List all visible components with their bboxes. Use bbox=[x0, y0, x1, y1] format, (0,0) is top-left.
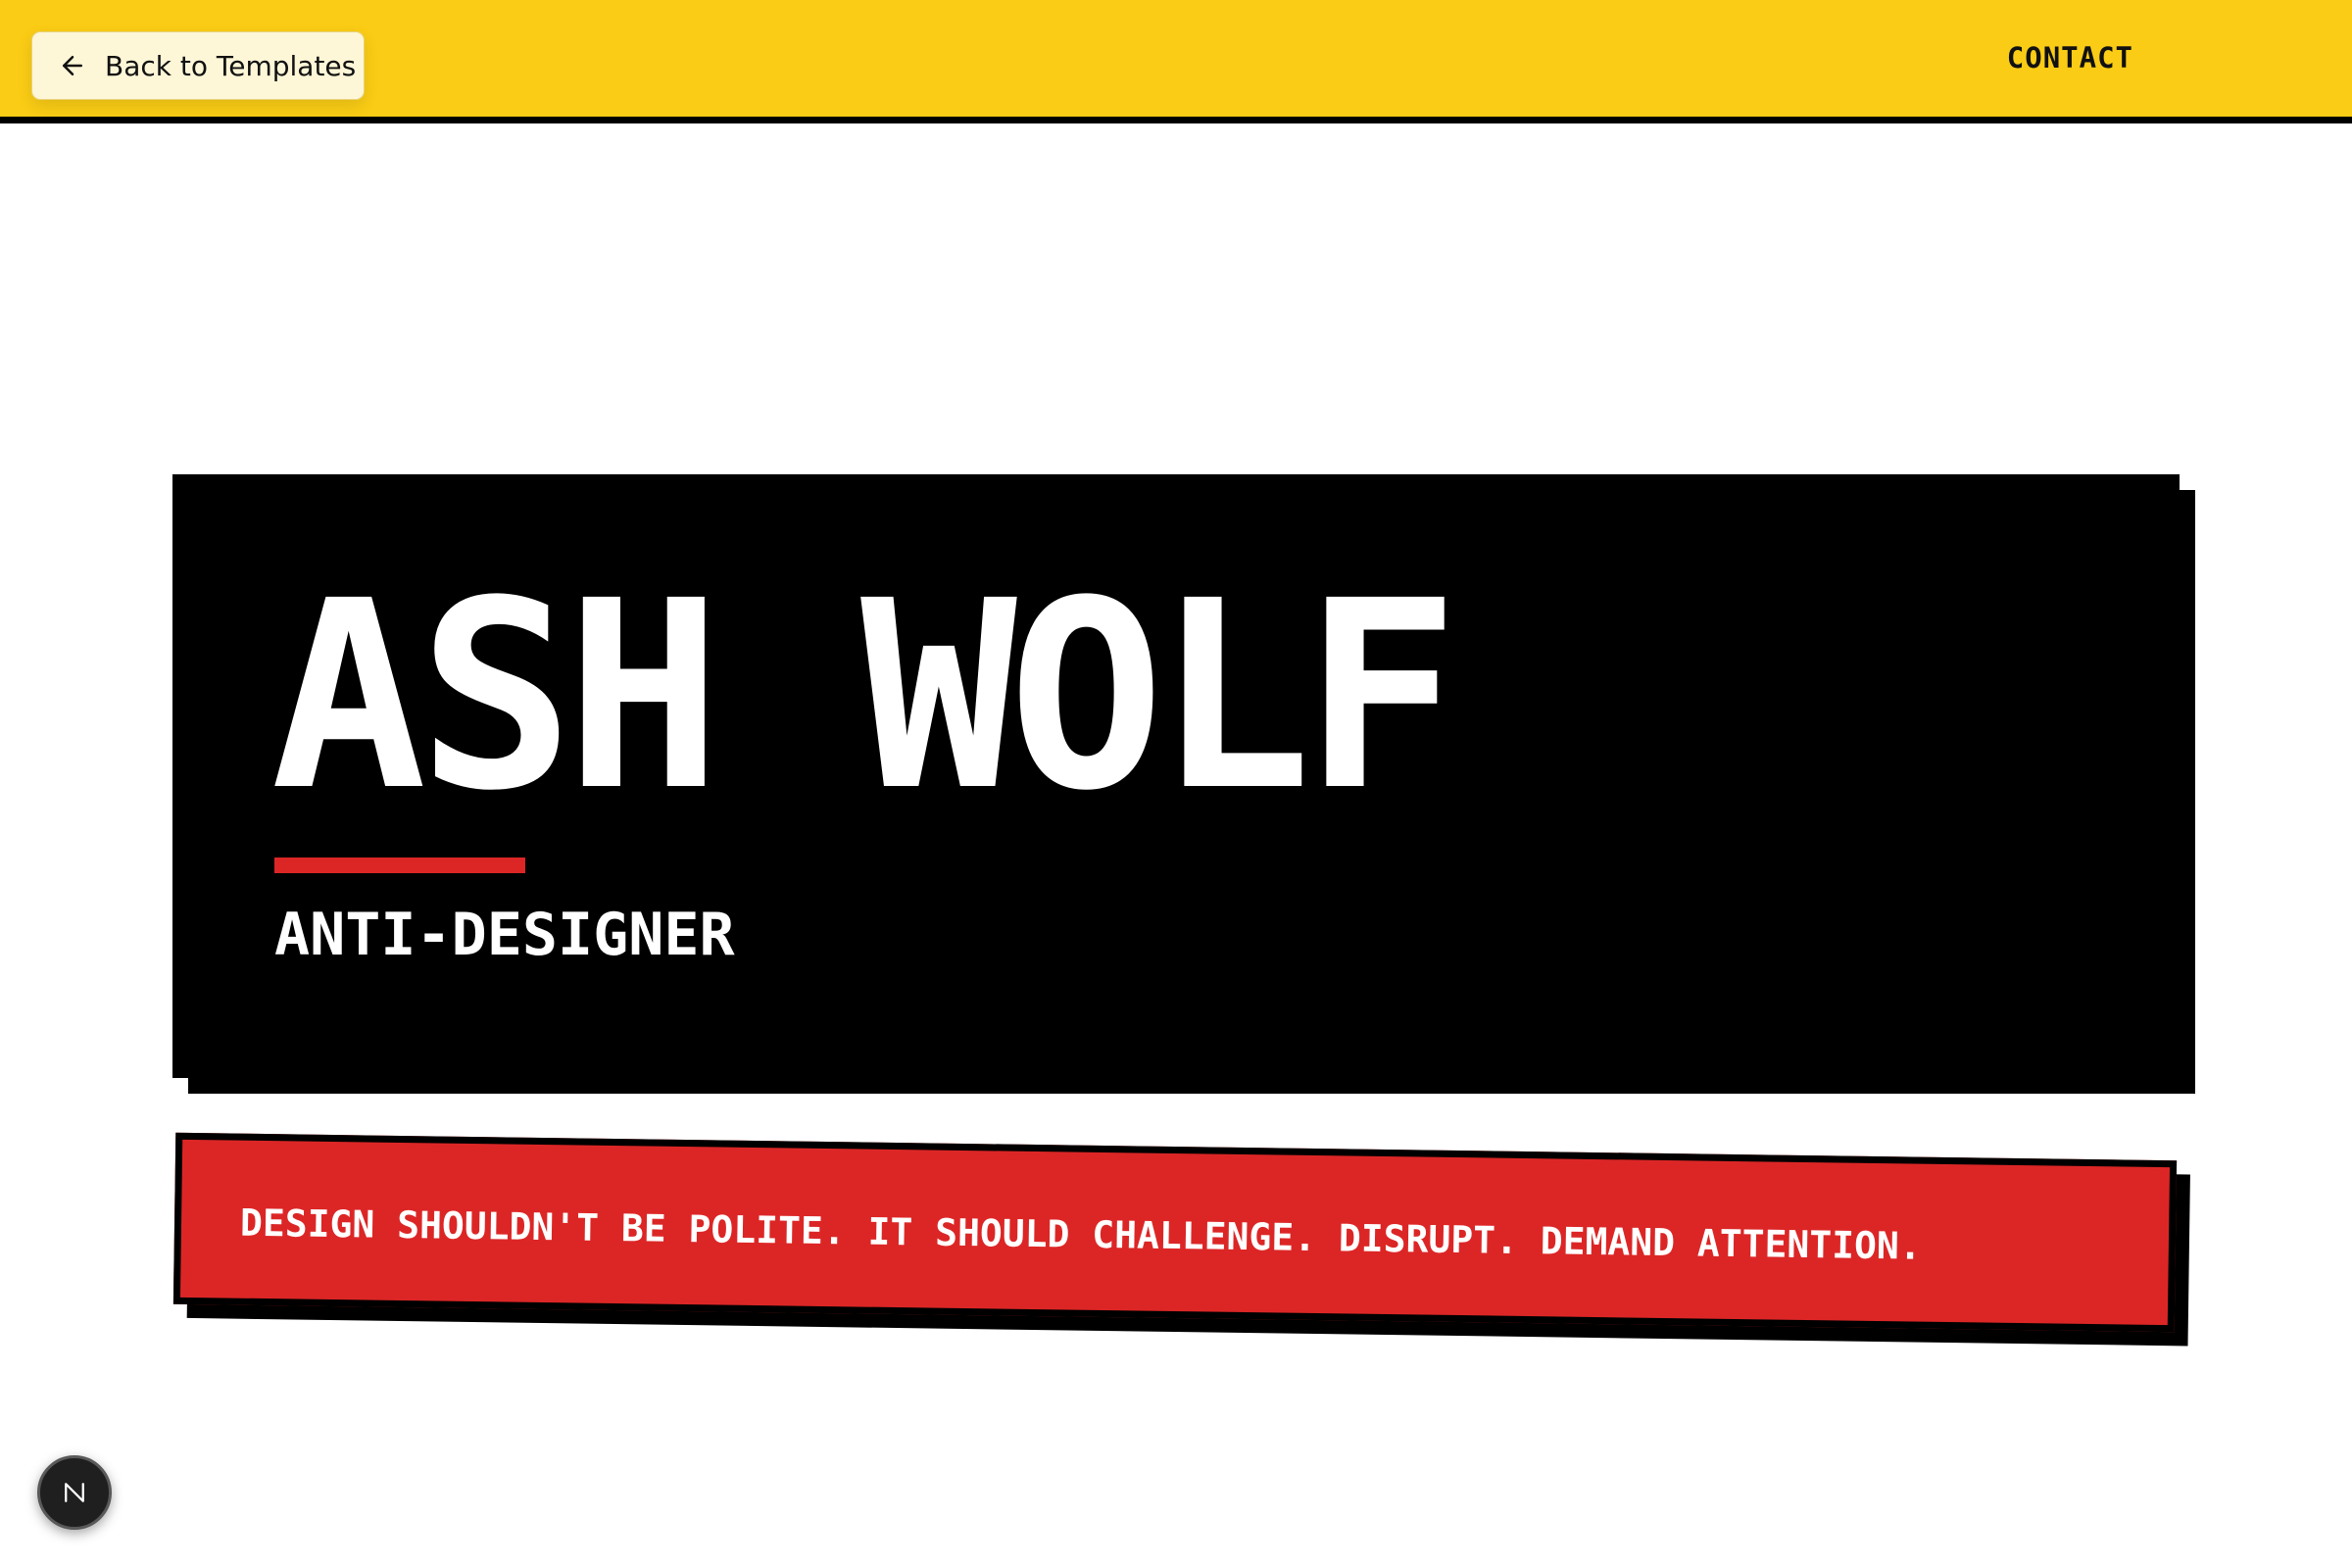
back-to-templates-button[interactable]: Back to Templates bbox=[31, 31, 365, 100]
manifesto-banner: DESIGN SHOULDN'T BE POLITE. IT SHOULD CH… bbox=[172, 1132, 2190, 1347]
hero-role: ANTI-DESIGNER bbox=[274, 901, 735, 969]
hero-accent-rule bbox=[274, 858, 525, 873]
manifesto-box: DESIGN SHOULDN'T BE POLITE. IT SHOULD CH… bbox=[172, 1132, 2178, 1333]
manifesto-text: DESIGN SHOULDN'T BE POLITE. IT SHOULD CH… bbox=[239, 1200, 1923, 1268]
n-logo-icon bbox=[65, 1483, 84, 1502]
nav-contact-link[interactable]: CONTACT bbox=[2007, 41, 2133, 74]
hero-card: ASH WOLF ANTI-DESIGNER bbox=[172, 474, 2180, 1078]
back-button-label: Back to Templates bbox=[105, 49, 357, 82]
arrow-left-icon bbox=[58, 51, 87, 80]
hero-name: ASH WOLF bbox=[270, 546, 1459, 848]
top-bar: Back to Templates CONTACT bbox=[0, 0, 2352, 123]
n-logo-badge-button[interactable] bbox=[37, 1455, 112, 1530]
